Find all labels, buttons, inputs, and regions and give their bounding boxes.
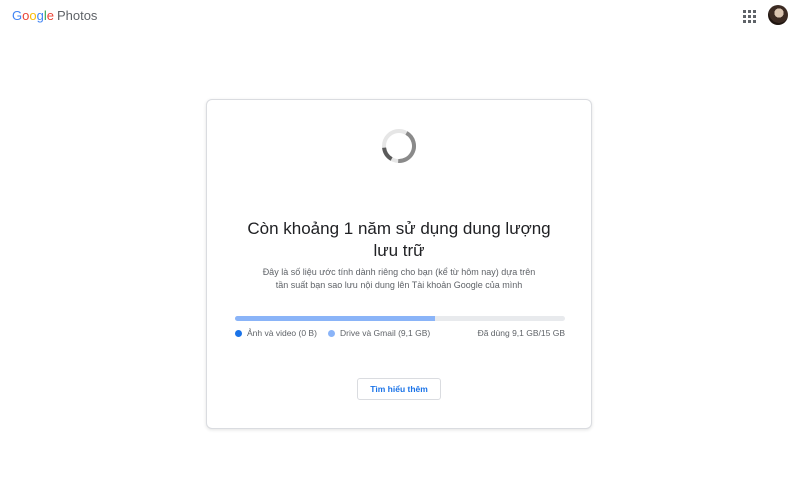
headline-line: Còn khoảng 1 năm sử dụng dung lượng xyxy=(247,219,551,238)
legend-photos-label: Ảnh và video (0 B) xyxy=(247,328,317,338)
logo-product-name: Photos xyxy=(56,8,98,23)
apps-grid-icon[interactable] xyxy=(741,8,757,24)
storage-bar-drive-segment xyxy=(235,316,436,321)
google-photos-logo[interactable]: Google Photos xyxy=(12,8,97,23)
logo-letter: e xyxy=(46,8,54,23)
loading-spinner-icon xyxy=(382,129,416,163)
learn-more-button[interactable]: Tìm hiểu thêm xyxy=(357,378,441,400)
description-line: tần suất bạn sao lưu nội dung lên Tài kh… xyxy=(275,280,523,290)
storage-estimate-headline: Còn khoảng 1 năm sử dụng dung lượng lưu … xyxy=(227,218,571,262)
logo-letter: G xyxy=(12,8,23,23)
storage-legend: Ảnh và video (0 B) Drive và Gmail (9,1 G… xyxy=(235,328,565,342)
photos-color-dot-icon xyxy=(235,329,242,337)
storage-usage-bar xyxy=(235,316,565,321)
storage-estimate-card: Còn khoảng 1 năm sử dụng dung lượng lưu … xyxy=(206,99,592,429)
legend-photos: Ảnh và video (0 B) xyxy=(235,328,317,338)
drive-color-dot-icon xyxy=(328,329,335,337)
logo-letter: o xyxy=(29,8,37,23)
storage-estimate-description: Đây là số liệu ước tính dành riêng cho b… xyxy=(247,266,551,292)
top-bar: Google Photos xyxy=(0,0,800,32)
headline-line: lưu trữ xyxy=(373,241,425,260)
legend-drive-label: Drive và Gmail (9,1 GB) xyxy=(340,328,431,338)
account-avatar[interactable] xyxy=(768,5,788,25)
legend-drive: Drive và Gmail (9,1 GB) xyxy=(328,328,430,338)
storage-used-label: Đã dùng 9,1 GB/15 GB xyxy=(477,328,565,338)
description-line: Đây là số liệu ước tính dành riêng cho b… xyxy=(262,267,536,277)
logo-letter: g xyxy=(36,8,44,23)
